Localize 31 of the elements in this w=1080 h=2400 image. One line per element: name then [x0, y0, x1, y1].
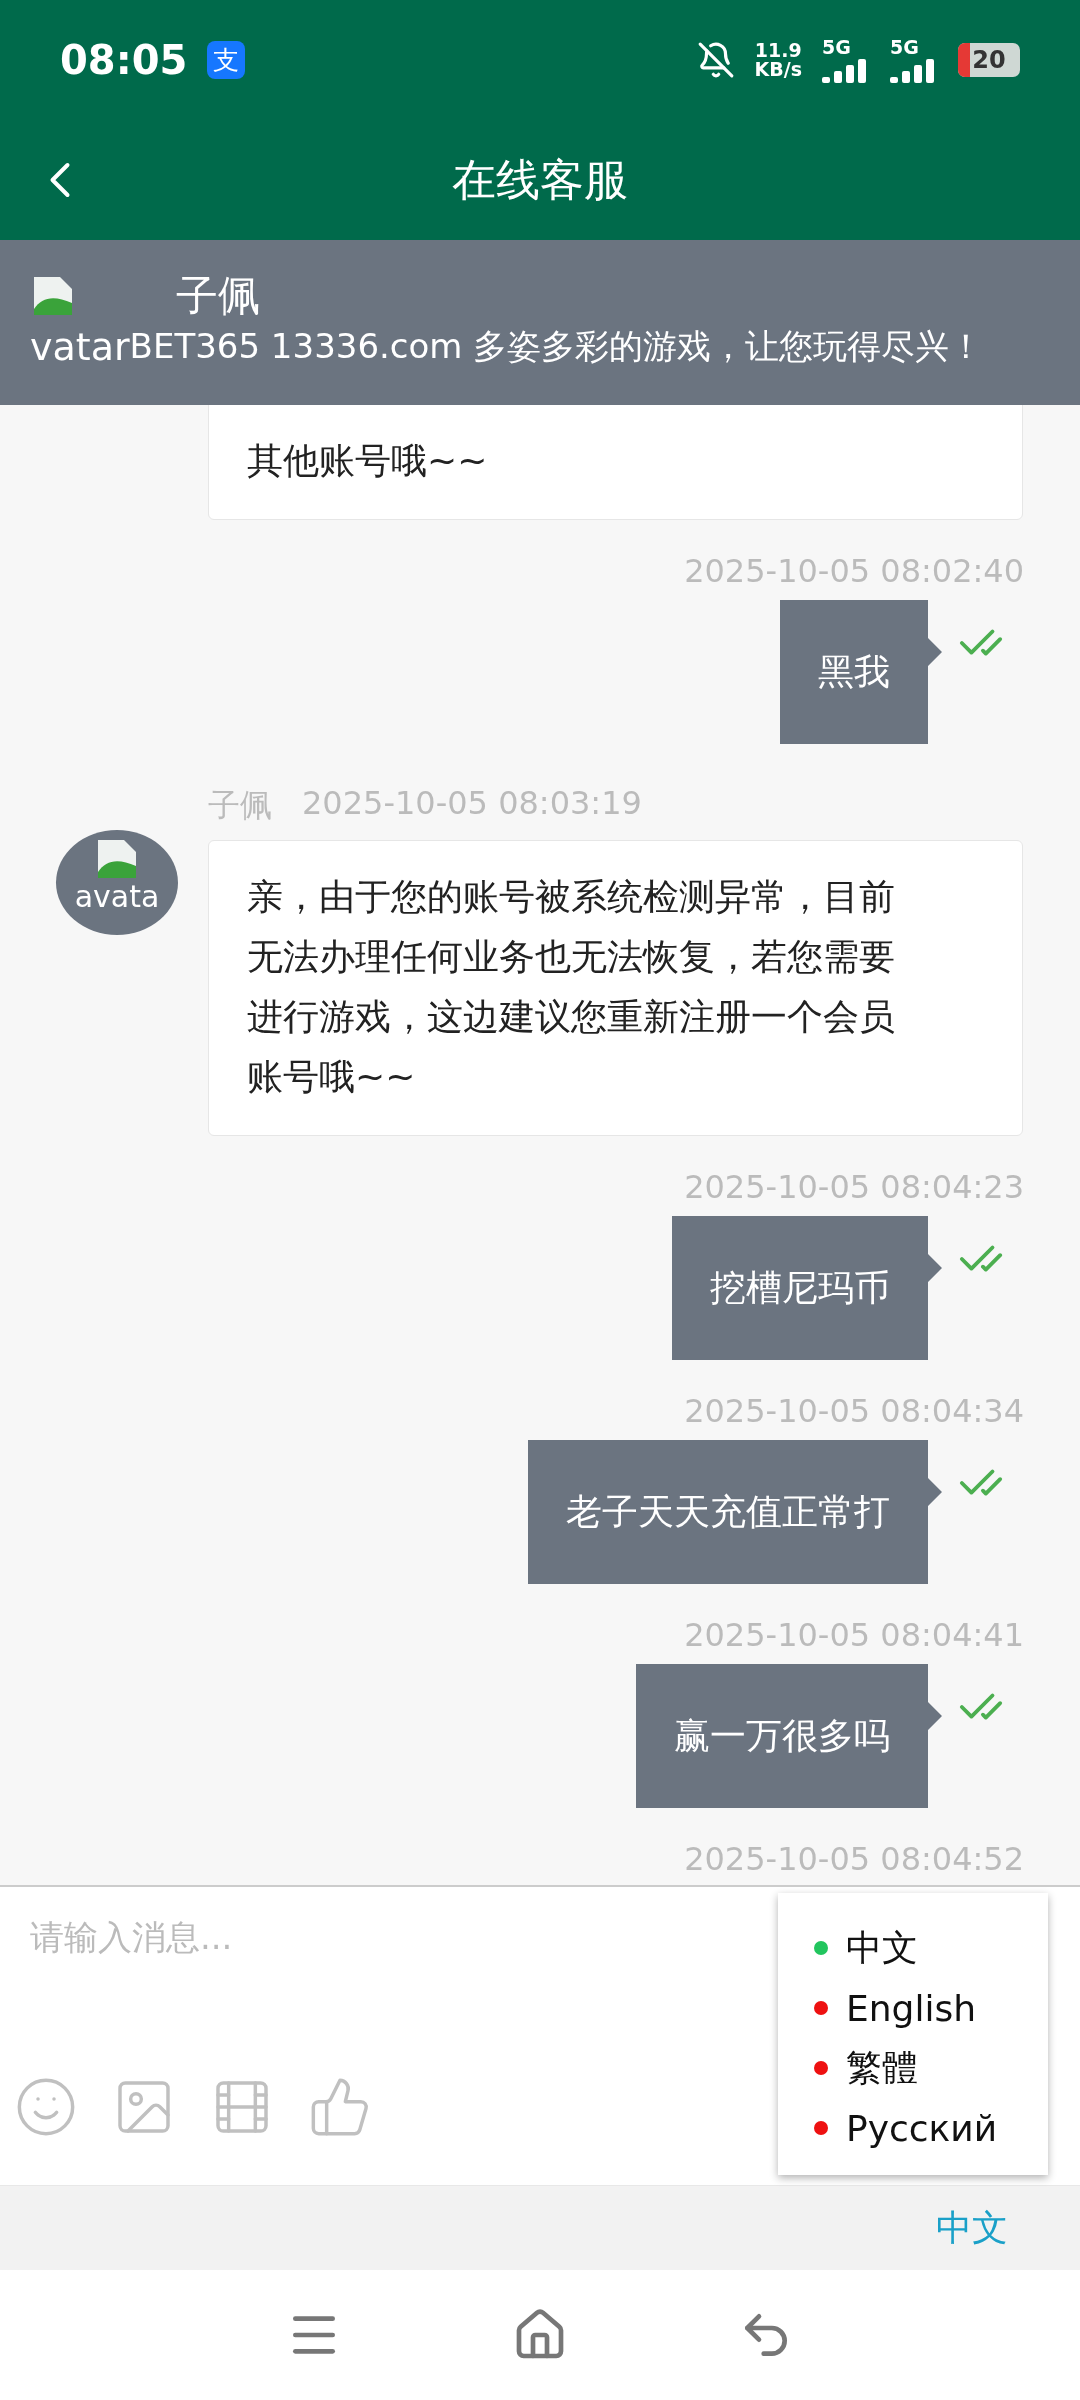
network-label: 5G — [822, 37, 851, 57]
sent-message: 黑我 — [780, 600, 942, 744]
avatar-alt-text: vatar — [30, 325, 130, 369]
language-label: 中文 — [846, 1925, 918, 1970]
message-time: 2025-10-05 08:03:19 — [302, 784, 642, 824]
clock: 08:05 — [60, 37, 188, 83]
message-time: 2025-10-05 08:02:40 — [684, 552, 1024, 590]
message-time: 2025-10-05 08:04:52 — [684, 1840, 1024, 1878]
message-time: 2025-10-05 08:04:23 — [684, 1168, 1024, 1206]
sender-name: 子佩 — [208, 785, 272, 826]
battery-icon: 20 — [958, 43, 1020, 77]
app-badge: 支 — [207, 41, 246, 79]
message-time: 2025-10-05 08:04:41 — [684, 1616, 1024, 1654]
page-title: 在线客服 — [452, 152, 628, 207]
language-label: English — [846, 1987, 976, 2029]
sent-message: 老子天天充值正常打 — [528, 1440, 942, 1584]
sent-message: 挖槽尼玛币 — [672, 1216, 942, 1360]
language-label: Русский — [846, 2107, 998, 2149]
language-option[interactable]: 中文 — [814, 1921, 1048, 1975]
sent-message: 赢一万很多吗 — [636, 1664, 942, 1808]
agent-name: 子佩 — [176, 270, 260, 322]
speed-value: 11.9 — [754, 41, 802, 60]
language-option[interactable]: Русский — [814, 2101, 1048, 2155]
language-option[interactable]: English — [814, 1981, 1048, 2035]
message-composer[interactable]: 请输入消息... 中文 English 繁體 Русский — [0, 1885, 1080, 2185]
avatar: avata — [56, 830, 178, 935]
speed-unit: KB/s — [754, 60, 802, 79]
mute-icon — [696, 41, 735, 79]
network-label: 5G — [890, 37, 919, 57]
received-message: 亲，由于您的账号被系统检测异常，目前无法办理任何业务也无法恢复，若您需要进行游戏，这边建议您重新注册一个会员账号哦~~ — [208, 840, 1023, 1136]
message-time: 2025-10-05 08:04:34 — [684, 1392, 1024, 1430]
